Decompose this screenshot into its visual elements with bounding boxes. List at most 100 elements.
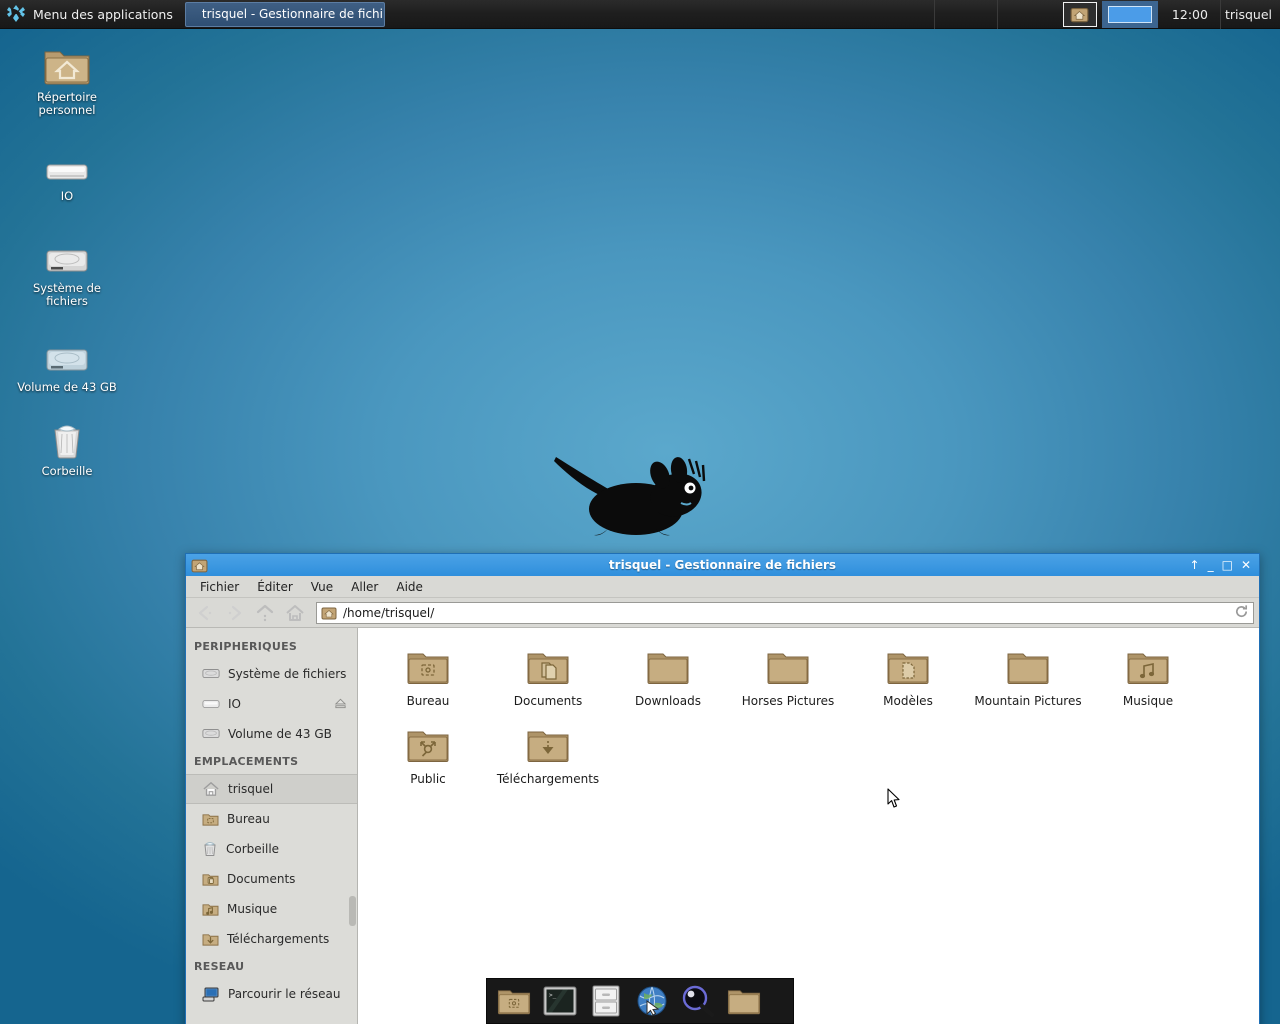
sidebar-item-bureau[interactable]: Bureau <box>186 804 357 834</box>
file-item-musique[interactable]: Musique <box>1088 642 1208 720</box>
file-item-bureau[interactable]: Bureau <box>368 642 488 720</box>
sidebar-item-label: IO <box>228 697 241 711</box>
dock-item-desktop-folder[interactable] <box>493 981 535 1021</box>
shade-button[interactable]: ↑ <box>1190 559 1200 571</box>
menu-item-aide[interactable]: Aide <box>387 576 432 598</box>
clock[interactable]: 12:00 <box>1160 7 1220 22</box>
task-button-label: trisquel - Gestionnaire de fichi... <box>201 7 385 21</box>
svg-text:>_: >_ <box>549 992 557 999</box>
window-title: trisquel - Gestionnaire de fichiers <box>608 558 837 572</box>
arrow-forward-icon <box>228 605 242 620</box>
home-button[interactable] <box>281 600 309 626</box>
minimize-button[interactable]: _ <box>1208 559 1214 571</box>
file-item-label: Downloads <box>635 694 701 708</box>
close-button[interactable]: ✕ <box>1241 559 1251 571</box>
folder-public-icon <box>405 720 451 770</box>
trash-icon <box>204 842 216 856</box>
harddisk-icon <box>202 669 220 679</box>
desktop-icon-home[interactable]: Répertoire personnel <box>14 40 120 117</box>
desktop-icon-label: Volume de 43 GB <box>17 380 117 394</box>
window-menu-button[interactable] <box>1062 1 1097 27</box>
menu-item-fichier[interactable]: Fichier <box>191 576 248 598</box>
dock: >_ <box>486 978 794 1024</box>
home-folder-icon <box>43 40 91 86</box>
top-panel: Menu des applications trisquel - Gestion… <box>0 0 1280 29</box>
sidebar-item-systeme-de-fichiers[interactable]: Système de fichiers <box>186 659 357 689</box>
username-indicator[interactable]: trisquel <box>1221 7 1280 22</box>
file-item-mountain-pictures[interactable]: Mountain Pictures <box>968 642 1088 720</box>
eject-icon[interactable] <box>334 697 347 712</box>
removable-drive-icon <box>45 139 89 185</box>
sidebar-item-documents[interactable]: Documents <box>186 864 357 894</box>
file-item-label: Public <box>410 772 446 786</box>
search-magnifier-icon <box>682 985 715 1017</box>
applications-menu-button[interactable]: Menu des applications <box>0 0 183 29</box>
window-titlebar[interactable]: trisquel - Gestionnaire de fichiers ↑ _ … <box>186 554 1259 576</box>
sidebar-item-telechargements[interactable]: Téléchargements <box>186 924 357 954</box>
sidebar-item-parcourir-le-reseau[interactable]: Parcourir le réseau <box>186 979 357 1009</box>
desktop-icon-label: Corbeille <box>41 464 93 478</box>
panel-right-area: 12:00 trisquel <box>933 0 1280 29</box>
web-browser-icon <box>637 986 667 1016</box>
folder-desktop-icon <box>405 642 451 692</box>
reload-button[interactable] <box>1234 604 1249 622</box>
sidebar-item-volume-43gb[interactable]: Volume de 43 GB <box>186 719 357 749</box>
arrow-up-icon <box>256 604 274 621</box>
window-controls: ↑ _ □ ✕ <box>1190 559 1255 571</box>
file-item-telechargements[interactable]: Téléchargements <box>488 720 608 798</box>
desktop-icon-trash[interactable]: Corbeille <box>14 414 120 478</box>
file-item-label: Musique <box>1122 694 1174 708</box>
file-grid: Bureau Documents Downloads Horses Pictur… <box>368 642 1259 798</box>
file-item-modeles[interactable]: Modèles <box>848 642 968 720</box>
sidebar-scrollbar[interactable] <box>349 896 356 926</box>
folder-downloads-icon <box>525 720 571 770</box>
dock-item-file-manager[interactable] <box>585 981 627 1021</box>
removable-drive-icon <box>202 699 220 709</box>
path-entry[interactable]: /home/trisquel/ <box>316 601 1254 624</box>
sidebar-item-io[interactable]: IO <box>186 689 357 719</box>
dock-item-terminal[interactable]: >_ <box>539 981 581 1021</box>
folder-plain-icon <box>765 642 811 692</box>
folder-plain-icon <box>1005 642 1051 692</box>
desktop-icon-label: Système de fichiers <box>33 281 101 308</box>
sidebar-item-trisquel[interactable]: trisquel <box>186 774 357 804</box>
dock-item-folder[interactable] <box>723 981 765 1021</box>
folder-documents-icon <box>202 873 219 886</box>
file-item-downloads[interactable]: Downloads <box>608 642 728 720</box>
sidebar-item-musique[interactable]: Musique <box>186 894 357 924</box>
file-item-public[interactable]: Public <box>368 720 488 798</box>
folder-music-icon <box>202 903 219 916</box>
desktop-icon-io[interactable]: IO <box>14 139 120 203</box>
menu-item-aller[interactable]: Aller <box>342 576 387 598</box>
folder-home-icon <box>321 607 337 619</box>
folder-desktop-icon <box>497 990 531 1015</box>
home-icon <box>203 782 219 796</box>
file-item-label: Mountain Pictures <box>974 694 1082 708</box>
file-manager-window: trisquel - Gestionnaire de fichiers ↑ _ … <box>185 553 1260 1024</box>
sidebar-item-label: Parcourir le réseau <box>228 987 341 1001</box>
workspace-cell-1[interactable] <box>1107 5 1152 23</box>
back-button[interactable] <box>191 600 219 626</box>
file-list-pane[interactable]: Bureau Documents Downloads Horses Pictur… <box>358 628 1259 1024</box>
folder-documents-icon <box>525 642 571 692</box>
harddisk-icon <box>202 729 220 739</box>
menu-bar: Fichier Éditer Vue Aller Aide <box>186 576 1259 598</box>
dock-item-search[interactable] <box>677 981 719 1021</box>
forward-button[interactable] <box>221 600 249 626</box>
desktop-icon-volume-43gb[interactable]: Volume de 43 GB <box>14 330 120 394</box>
menu-item-editer[interactable]: Éditer <box>248 576 302 598</box>
xfce-mouse-logo-icon <box>6 5 26 23</box>
file-item-label: Modèles <box>883 694 933 708</box>
desktop-icon-filesystem[interactable]: Système de fichiers <box>14 231 120 308</box>
file-item-documents[interactable]: Documents <box>488 642 608 720</box>
maximize-button[interactable]: □ <box>1222 559 1233 571</box>
parent-folder-button[interactable] <box>251 600 279 626</box>
dock-item-web-browser[interactable] <box>631 981 673 1021</box>
panel-plugin-slot-2 <box>998 0 1060 29</box>
file-item-horses-pictures[interactable]: Horses Pictures <box>728 642 848 720</box>
workspace-switcher[interactable] <box>1101 0 1158 28</box>
xfce-mouse-wallpaper-icon <box>548 443 713 546</box>
sidebar-item-corbeille[interactable]: Corbeille <box>186 834 357 864</box>
menu-item-vue[interactable]: Vue <box>302 576 342 598</box>
task-button-file-manager[interactable]: trisquel - Gestionnaire de fichi... <box>184 1 385 27</box>
